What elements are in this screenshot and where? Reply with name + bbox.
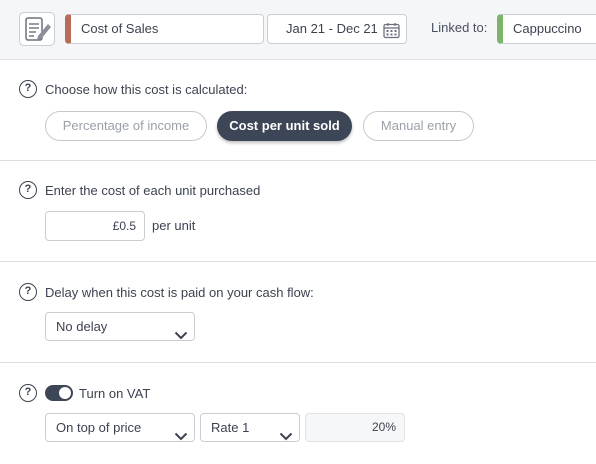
help-icon[interactable]: ? xyxy=(19,181,37,199)
option-manual-entry[interactable]: Manual entry xyxy=(363,111,474,141)
unit-cost-section: ? Enter the cost of each unit purchased … xyxy=(0,161,596,262)
vat-toggle[interactable] xyxy=(45,385,73,401)
vat-rate-value: Rate 1 xyxy=(211,420,250,435)
document-edit-icon[interactable] xyxy=(19,12,55,46)
delay-select[interactable]: No delay xyxy=(45,312,195,341)
chevron-down-icon xyxy=(174,423,188,450)
unit-cost-input[interactable]: £0.5 xyxy=(45,211,145,241)
per-unit-label: per unit xyxy=(152,218,196,233)
delay-select-value: No delay xyxy=(56,319,108,334)
calendar-icon[interactable] xyxy=(383,21,400,49)
help-icon[interactable]: ? xyxy=(19,384,37,402)
delay-question: Delay when this cost is paid on your cas… xyxy=(45,285,314,300)
option-cost-per-unit-sold[interactable]: Cost per unit sold xyxy=(217,111,352,141)
calculation-method-section: ? Choose how this cost is calculated: Pe… xyxy=(0,60,596,161)
vat-label: Turn on VAT xyxy=(79,386,151,401)
help-icon[interactable]: ? xyxy=(19,283,37,301)
toggle-knob xyxy=(59,387,71,399)
unit-cost-question: Enter the cost of each unit purchased xyxy=(45,183,261,198)
calculation-question: Choose how this cost is calculated: xyxy=(45,82,248,97)
chevron-down-icon xyxy=(279,423,293,450)
vat-section: ? Turn on VAT On top of price Rate 1 20% xyxy=(0,363,596,464)
vat-mode-value: On top of price xyxy=(56,420,142,435)
date-range-field[interactable]: Jan 21 - Dec 21 xyxy=(267,14,407,44)
date-range-text: Jan 21 - Dec 21 xyxy=(286,21,378,36)
payment-delay-section: ? Delay when this cost is paid on your c… xyxy=(0,262,596,363)
chevron-down-icon xyxy=(174,322,188,349)
cost-name-input[interactable]: Cost of Sales xyxy=(65,14,264,44)
option-percentage-of-income[interactable]: Percentage of income xyxy=(45,111,207,141)
vat-percent-display: 20% xyxy=(305,413,405,442)
linked-to-label: Linked to: xyxy=(431,20,488,35)
header-bar: Cost of Sales Jan 21 - Dec 21 Linked to:… xyxy=(0,0,596,60)
linked-item-field[interactable]: Cappuccino xyxy=(497,14,596,44)
vat-mode-select[interactable]: On top of price xyxy=(45,413,195,442)
help-icon[interactable]: ? xyxy=(19,80,37,98)
vat-rate-select[interactable]: Rate 1 xyxy=(200,413,300,442)
